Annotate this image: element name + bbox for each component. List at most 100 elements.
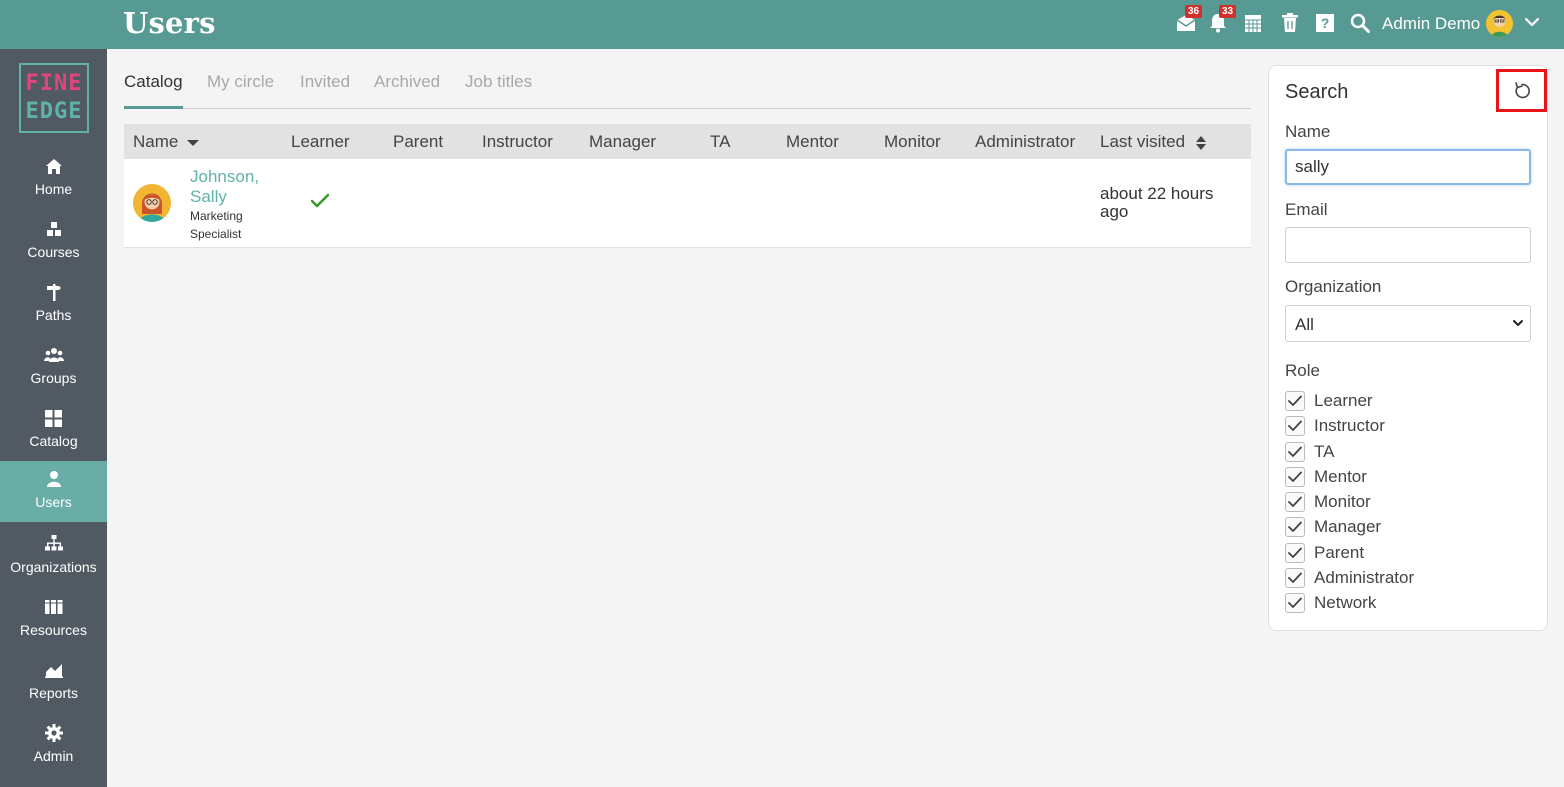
tab-my-circle[interactable]: My circle: [207, 70, 274, 109]
sidebar-item-courses[interactable]: Courses: [0, 211, 107, 272]
email-search-input[interactable]: [1285, 227, 1531, 263]
trash-icon[interactable]: [1279, 12, 1301, 34]
users-table-header: Name Learner Parent Instructor Manager T…: [124, 124, 1251, 159]
logo-line-2: EDGE: [25, 99, 83, 124]
sidebar-item-catalog[interactable]: Catalog: [0, 400, 107, 461]
sidebar-item-users[interactable]: Users: [0, 461, 107, 522]
tab-job-titles[interactable]: Job titles: [465, 70, 532, 109]
checkbox-checked-icon[interactable]: [1285, 467, 1305, 487]
name-search-input[interactable]: [1285, 149, 1531, 185]
sidebar-item-label: Paths: [35, 307, 72, 323]
sidebar-item-resources[interactable]: Resources: [0, 589, 107, 650]
user-menu-chevron-down-icon[interactable]: [1524, 14, 1540, 35]
learner-check-icon: [310, 193, 330, 214]
tab-catalog[interactable]: Catalog: [124, 70, 183, 109]
help-icon[interactable]: ?: [1314, 12, 1336, 34]
checkbox-checked-icon[interactable]: [1285, 517, 1305, 537]
role-checkbox-ta[interactable]: TA: [1285, 441, 1334, 463]
org-chart-icon: [44, 534, 63, 554]
checkbox-checked-icon[interactable]: [1285, 593, 1305, 613]
column-header-label: Name: [133, 132, 179, 151]
checkbox-checked-icon[interactable]: [1285, 543, 1305, 563]
sidebar-item-paths[interactable]: Paths: [0, 274, 107, 335]
column-header-name[interactable]: Name: [133, 132, 200, 152]
role-label-text: Instructor: [1314, 416, 1385, 435]
sort-both-icon: [1195, 135, 1206, 150]
table-row[interactable]: Johnson, Sally Marketing Specialist abou…: [124, 159, 1251, 248]
svg-text:?: ?: [1321, 15, 1330, 31]
role-checkbox-network[interactable]: Network: [1285, 592, 1376, 614]
checkbox-checked-icon[interactable]: [1285, 492, 1305, 512]
name-label: Name: [1285, 122, 1331, 141]
column-header-instructor[interactable]: Instructor: [482, 132, 553, 152]
tab-invited[interactable]: Invited: [300, 70, 350, 109]
tab-archived[interactable]: Archived: [374, 70, 440, 109]
role-label-text: Monitor: [1314, 492, 1371, 511]
role-checkbox-mentor[interactable]: Mentor: [1285, 466, 1367, 488]
organization-select[interactable]: All: [1285, 305, 1531, 342]
fine-edge-logo[interactable]: FINE EDGE: [19, 63, 89, 133]
sort-down-icon: [187, 139, 200, 146]
users-tabs: Catalog My circle Invited Archived Job t…: [124, 70, 1251, 109]
sidebar-item-groups[interactable]: Groups: [0, 337, 107, 398]
chart-icon: [44, 660, 63, 680]
sidebar-item-label: Users: [35, 494, 72, 510]
avatar[interactable]: [133, 184, 171, 222]
refresh-icon: [1514, 81, 1530, 98]
notifications-bell-icon[interactable]: 33: [1207, 5, 1237, 34]
user-avatar[interactable]: [1486, 10, 1513, 37]
organization-label: Organization: [1285, 277, 1382, 296]
role-label-text: Learner: [1314, 391, 1373, 410]
sidebar-item-label: Reports: [28, 685, 79, 701]
checkbox-checked-icon[interactable]: [1285, 391, 1305, 411]
checkbox-checked-icon[interactable]: [1285, 416, 1305, 436]
column-header-administrator[interactable]: Administrator: [975, 132, 1075, 152]
user-name[interactable]: Admin Demo: [1382, 14, 1480, 34]
role-checkbox-parent[interactable]: Parent: [1285, 542, 1364, 564]
sidebar-item-admin[interactable]: Admin: [0, 715, 107, 776]
sidebar-item-label: Organizations: [10, 559, 97, 575]
column-header-ta[interactable]: TA: [710, 132, 730, 152]
sidebar-item-home[interactable]: Home: [0, 148, 107, 209]
calendar-icon[interactable]: [1242, 12, 1264, 34]
role-checkbox-administrator[interactable]: Administrator: [1285, 567, 1414, 589]
sidebar-item-label: Admin: [33, 748, 74, 764]
sidebar-item-label: Home: [34, 181, 73, 197]
column-header-parent[interactable]: Parent: [393, 132, 443, 152]
column-header-last-visited[interactable]: Last visited: [1100, 132, 1206, 152]
role-label-text: TA: [1314, 442, 1335, 461]
last-visited-value: about 22 hours ago: [1100, 184, 1214, 221]
role-checkbox-learner[interactable]: Learner: [1285, 390, 1373, 412]
top-bar: Users 36 33 ? Admin Demo: [0, 0, 1564, 49]
paths-icon: [45, 282, 63, 302]
role-label-text: Mentor: [1314, 467, 1367, 486]
checkbox-checked-icon[interactable]: [1285, 442, 1305, 462]
sidebar-item-reports[interactable]: Reports: [0, 652, 107, 713]
role-checkbox-monitor[interactable]: Monitor: [1285, 491, 1371, 513]
role-checkbox-manager[interactable]: Manager: [1285, 516, 1381, 538]
sidebar-item-organizations[interactable]: Organizations: [0, 526, 107, 587]
gear-icon: [44, 723, 63, 743]
reset-search-button[interactable]: [1496, 69, 1547, 112]
checkbox-checked-icon[interactable]: [1285, 568, 1305, 588]
role-checkbox-instructor[interactable]: Instructor: [1285, 415, 1385, 437]
search-panel: Search Name Email Organization All Role …: [1268, 65, 1548, 631]
role-label: Role: [1285, 361, 1320, 380]
chevron-down-icon: [1513, 320, 1523, 326]
column-header-manager[interactable]: Manager: [589, 132, 656, 152]
catalog-icon: [45, 408, 62, 428]
organization-selected-value: All: [1295, 315, 1314, 334]
books-icon: [44, 597, 63, 617]
courses-icon: [45, 219, 63, 239]
notifications-badge: 33: [1219, 5, 1237, 18]
column-header-monitor[interactable]: Monitor: [884, 132, 941, 152]
user-job-title: Marketing Specialist: [190, 209, 243, 241]
user-name-link[interactable]: Johnson, Sally: [190, 167, 280, 207]
column-header-mentor[interactable]: Mentor: [786, 132, 839, 152]
messages-icon[interactable]: 36: [1175, 5, 1203, 34]
role-label-text: Administrator: [1314, 568, 1415, 587]
search-icon[interactable]: [1349, 12, 1371, 34]
column-header-learner[interactable]: Learner: [291, 132, 350, 152]
sidebar: FINE EDGE Home Courses Paths Groups Cata…: [0, 49, 107, 787]
page-title: Users: [123, 6, 216, 40]
